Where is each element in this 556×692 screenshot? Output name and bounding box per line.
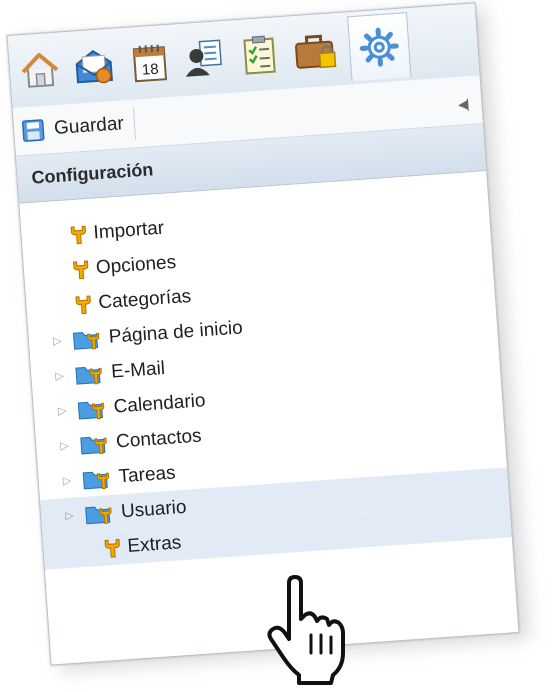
settings-icon[interactable] <box>347 12 411 81</box>
expand-arrow-icon[interactable]: ▷ <box>53 334 62 348</box>
tree-item-label: E-Mail <box>111 357 166 383</box>
hand-pointer-cursor <box>265 575 365 692</box>
folder-wrench-icon <box>77 397 108 421</box>
folder-wrench-icon <box>72 327 103 351</box>
folder-wrench-icon <box>82 466 113 490</box>
tree-item-label: Contactos <box>115 425 202 453</box>
expand-arrow-icon[interactable]: ▷ <box>55 369 64 383</box>
calendar-icon[interactable]: 18 <box>126 39 173 86</box>
expand-arrow-icon[interactable]: ▷ <box>65 509 74 523</box>
wrench-icon <box>71 258 90 279</box>
tree-item-label: Importar <box>93 217 165 244</box>
wrench-icon <box>69 224 88 245</box>
calendar-day: 18 <box>141 61 159 79</box>
expand-arrow-icon[interactable]: ▷ <box>57 404 66 418</box>
expand-arrow-icon[interactable]: ▷ <box>60 439 69 453</box>
contacts-icon[interactable] <box>180 35 227 82</box>
tree-item-label: Opciones <box>95 251 177 279</box>
tasks-icon[interactable] <box>236 31 283 78</box>
save-icon <box>22 119 45 142</box>
collapse-panel-icon[interactable]: ◀| <box>458 96 468 113</box>
save-button[interactable]: Guardar <box>21 107 136 147</box>
folder-wrench-icon <box>75 362 106 386</box>
tree-item-label: Usuario <box>120 496 187 523</box>
tree-item-label: Extras <box>127 532 182 558</box>
wrench-icon <box>74 293 93 314</box>
tree-item-label: Tareas <box>118 462 176 488</box>
folder-wrench-icon <box>79 431 110 455</box>
wrench-icon <box>103 537 122 558</box>
home-icon[interactable] <box>17 46 64 93</box>
briefcase-lock-icon[interactable] <box>292 27 339 74</box>
app-window: 18 <box>7 2 520 665</box>
tree-item-label: Categorías <box>98 285 192 313</box>
expand-arrow-icon[interactable]: ▷ <box>62 474 71 488</box>
tree-item-label: Página de inicio <box>108 317 243 348</box>
mail-icon[interactable] <box>70 43 117 90</box>
save-label: Guardar <box>53 113 124 140</box>
panel-title: Configuración <box>31 159 154 188</box>
tree-item-label: Calendario <box>113 390 206 418</box>
folder-wrench-icon <box>84 501 115 525</box>
